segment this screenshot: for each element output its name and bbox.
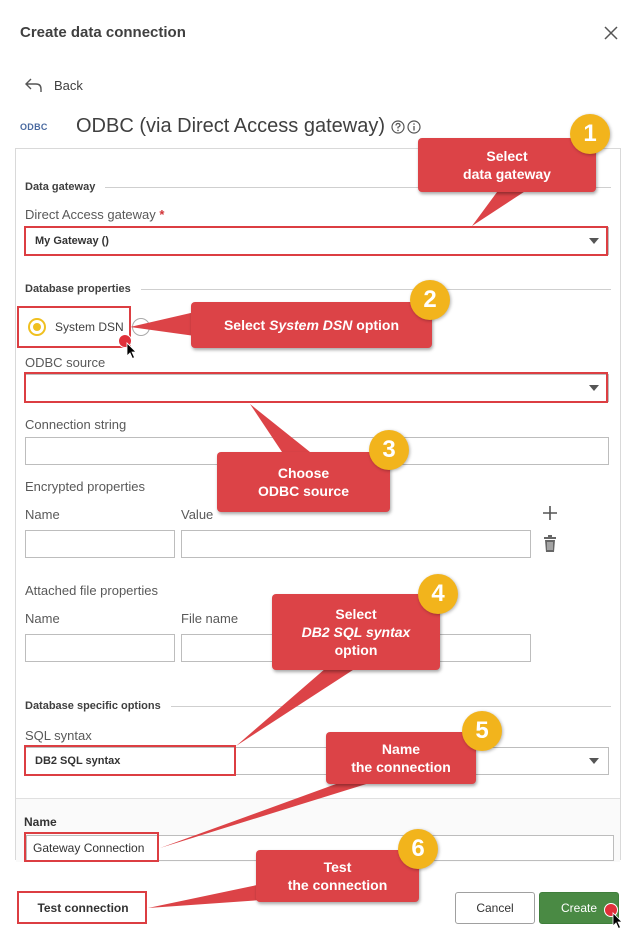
attached-file-properties-label: Attached file properties — [25, 583, 158, 598]
callout-text: the connection — [287, 877, 388, 893]
attached-file-column: File name — [181, 611, 239, 626]
database-specific-section: Database specific options — [25, 700, 611, 712]
gateway-select[interactable]: My Gateway () — [25, 227, 609, 255]
gateway-label-text: Direct Access gateway — [25, 207, 156, 222]
name-label: Name — [24, 815, 57, 829]
delete-property-button[interactable] — [543, 535, 557, 557]
trash-icon — [544, 535, 556, 552]
callout-text: Select — [223, 316, 270, 333]
cancel-button[interactable]: Cancel — [455, 892, 535, 924]
callout-text: ODBC source — [257, 483, 350, 499]
test-connection-button[interactable]: Test connection — [20, 892, 146, 924]
caret-down-icon — [589, 238, 599, 244]
close-icon — [604, 26, 618, 40]
plus-icon — [543, 506, 557, 520]
connection-string-label: Connection string — [25, 417, 127, 432]
callout-text: option — [352, 316, 400, 333]
callout-step3: Choose ODBC source — [217, 452, 390, 512]
add-property-button[interactable] — [542, 505, 558, 526]
callout-text: Test — [323, 858, 352, 875]
step-badge-4: 4 — [418, 574, 458, 614]
gateway-label: Direct Access gateway * — [25, 207, 164, 222]
radio-other-label: ODBC — [159, 320, 194, 334]
back-label: Back — [54, 77, 83, 93]
callout-text: Select — [486, 147, 528, 164]
callout-text: Choose — [277, 464, 330, 481]
odbc-source-select[interactable] — [25, 374, 609, 402]
callout-text: System DSN — [269, 316, 353, 333]
section-title: Database properties — [25, 283, 131, 295]
radio-unselected-icon — [132, 318, 150, 336]
cursor-icon — [126, 342, 137, 360]
connection-type-title: ODBC (via Direct Access gateway) — [76, 115, 385, 137]
attached-name-column: Name — [25, 611, 60, 626]
encrypted-value-column: Value — [181, 507, 214, 522]
step-badge-2: 2 — [410, 280, 450, 320]
callout-text: data gateway — [463, 166, 551, 182]
radio-selected-icon — [28, 318, 46, 336]
title-icons — [391, 120, 421, 134]
section-divider — [170, 705, 611, 707]
step-badge-3: 3 — [369, 430, 409, 470]
caret-down-icon — [589, 385, 599, 391]
callout-step4: Select DB2 SQL syntax option — [272, 594, 440, 670]
attached-name-input[interactable] — [25, 634, 175, 662]
section-title: Database specific options — [25, 700, 161, 712]
sql-syntax-label: SQL syntax — [25, 728, 92, 743]
callout-text: Name — [381, 740, 421, 757]
back-arrow-icon — [25, 78, 42, 92]
step-badge-1: 1 — [570, 114, 610, 154]
encrypted-properties-label: Encrypted properties — [25, 479, 145, 494]
database-properties-section: Database properties — [25, 283, 611, 295]
radio-system-dsn-label: System DSN — [55, 320, 124, 334]
encrypted-value-input[interactable] — [181, 530, 531, 558]
callout-step2: Select System DSN option — [191, 302, 432, 348]
help-icon[interactable] — [391, 120, 405, 134]
required-mark: * — [159, 207, 165, 222]
odbc-logo: ODBC — [20, 122, 48, 132]
sql-syntax-value: DB2 SQL syntax — [35, 755, 121, 767]
callout-text: the connection — [351, 759, 451, 775]
callout-text: option — [334, 642, 378, 659]
cursor-icon — [612, 912, 623, 930]
encrypted-name-column: Name — [25, 507, 60, 522]
radio-system-dsn[interactable]: System DSN — [28, 318, 124, 336]
callout-step5: Name the connection — [326, 732, 476, 784]
section-divider — [140, 288, 611, 290]
section-title: Data gateway — [25, 181, 96, 193]
gateway-select-value: My Gateway () — [35, 235, 109, 247]
callout-text: DB2 SQL syntax — [301, 623, 411, 640]
encrypted-name-input[interactable] — [25, 530, 175, 558]
radio-odbc-other[interactable]: ODBC — [132, 318, 194, 336]
odbc-source-label: ODBC source — [25, 355, 106, 370]
step-badge-5: 5 — [462, 711, 502, 751]
callout-text: Select — [335, 605, 377, 622]
step-badge-6: 6 — [398, 829, 438, 869]
sql-syntax-select[interactable]: DB2 SQL syntax — [25, 747, 609, 775]
info-icon[interactable] — [407, 120, 421, 134]
close-button[interactable] — [600, 22, 622, 44]
callout-step1: Select data gateway — [418, 138, 596, 192]
back-button[interactable]: Back — [24, 76, 83, 94]
dialog-title: Create data connection — [20, 24, 186, 41]
caret-down-icon — [589, 758, 599, 764]
callout-step6: Test the connection — [256, 850, 419, 902]
